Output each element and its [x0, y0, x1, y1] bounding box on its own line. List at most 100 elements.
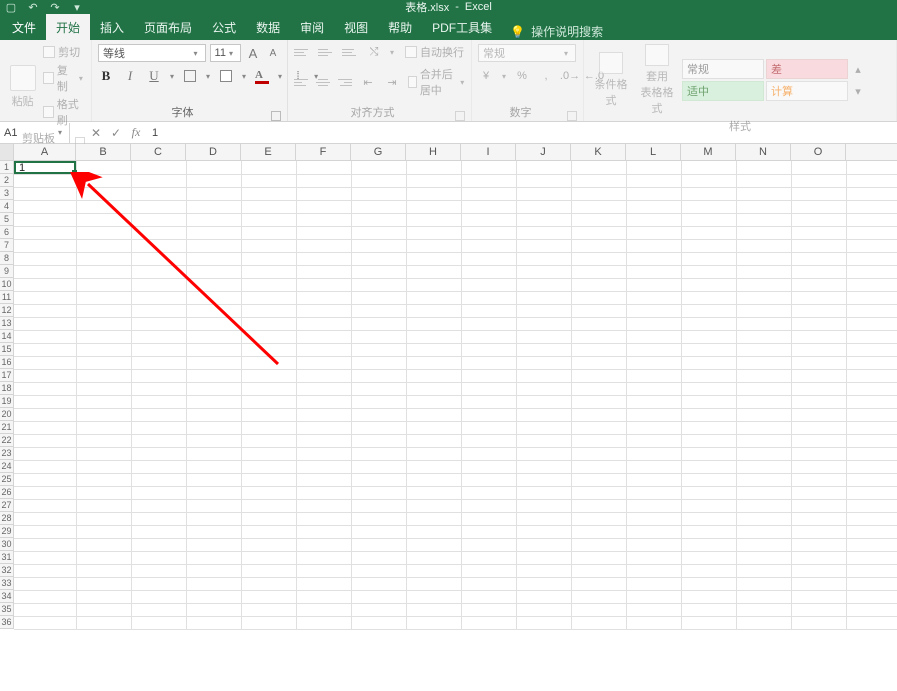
col-header-D[interactable]: D	[186, 144, 241, 160]
row-header-11[interactable]: 11	[0, 291, 14, 304]
row-header-24[interactable]: 24	[0, 460, 14, 473]
col-header-H[interactable]: H	[406, 144, 461, 160]
align-bottom-button[interactable]	[342, 45, 358, 59]
row-header-20[interactable]: 20	[0, 408, 14, 421]
styles-more[interactable]: ▾	[850, 83, 866, 99]
tab-review[interactable]: 审阅	[290, 14, 334, 40]
increase-decimal-button[interactable]: .0→	[562, 68, 578, 84]
row-header-7[interactable]: 7	[0, 239, 14, 252]
row-header-21[interactable]: 21	[0, 421, 14, 434]
save-icon[interactable]: ▢	[4, 0, 18, 14]
row-header-2[interactable]: 2	[0, 174, 14, 187]
row-headers[interactable]: 1234567891011121314151617181920212223242…	[0, 161, 14, 629]
tab-file[interactable]: 文件	[2, 14, 46, 40]
redo-icon[interactable]: ↷	[48, 0, 62, 14]
percent-button[interactable]: %	[514, 68, 530, 84]
spreadsheet-grid[interactable]: ABCDEFGHIJKLMNO 123456789101112131415161…	[0, 144, 897, 629]
align-center-button[interactable]	[316, 75, 330, 89]
paste-button[interactable]: 粘贴	[6, 63, 39, 109]
col-header-N[interactable]: N	[736, 144, 791, 160]
styles-scroll-up[interactable]: ▴	[850, 61, 866, 77]
number-launcher[interactable]	[567, 111, 577, 121]
row-header-22[interactable]: 22	[0, 434, 14, 447]
col-header-A[interactable]: A	[14, 144, 76, 160]
font-name-combo[interactable]: 等线▾	[98, 44, 206, 62]
style-normal[interactable]: 常规	[682, 59, 764, 79]
copy-button[interactable]: 复制▾	[43, 62, 85, 94]
align-launcher[interactable]	[455, 111, 465, 121]
row-header-8[interactable]: 8	[0, 252, 14, 265]
decrease-font-button[interactable]: A	[265, 45, 281, 61]
qat-more-icon[interactable]: ▾	[70, 0, 84, 14]
tab-view[interactable]: 视图	[334, 14, 378, 40]
cut-button[interactable]: 剪切	[43, 44, 85, 60]
row-header-19[interactable]: 19	[0, 395, 14, 408]
row-header-34[interactable]: 34	[0, 590, 14, 603]
align-right-button[interactable]	[338, 75, 352, 89]
row-header-28[interactable]: 28	[0, 512, 14, 525]
tab-layout[interactable]: 页面布局	[134, 14, 202, 40]
underline-button[interactable]: U	[146, 68, 162, 84]
italic-button[interactable]: I	[122, 68, 138, 84]
style-calc[interactable]: 计算	[766, 81, 848, 101]
tab-help[interactable]: 帮助	[378, 14, 422, 40]
row-header-35[interactable]: 35	[0, 603, 14, 616]
row-header-3[interactable]: 3	[0, 187, 14, 200]
col-header-E[interactable]: E	[241, 144, 296, 160]
tab-insert[interactable]: 插入	[90, 14, 134, 40]
cancel-button[interactable]: ✕	[86, 126, 106, 140]
cell-area[interactable]: 1 +	[14, 161, 897, 629]
col-header-K[interactable]: K	[571, 144, 626, 160]
currency-button[interactable]: ¥	[478, 68, 494, 84]
row-header-13[interactable]: 13	[0, 317, 14, 330]
conditional-format-button[interactable]: 条件格式	[590, 52, 632, 108]
row-header-29[interactable]: 29	[0, 525, 14, 538]
font-launcher[interactable]	[271, 111, 281, 121]
row-header-32[interactable]: 32	[0, 564, 14, 577]
row-header-18[interactable]: 18	[0, 382, 14, 395]
comma-button[interactable]: ,	[538, 68, 554, 84]
tab-home[interactable]: 开始	[46, 14, 90, 40]
number-format-combo[interactable]: 常规▾	[478, 44, 576, 62]
col-header-I[interactable]: I	[461, 144, 516, 160]
indent-left-button[interactable]: ⇤	[360, 74, 376, 90]
font-size-combo[interactable]: 11▾	[210, 44, 241, 62]
row-header-5[interactable]: 5	[0, 213, 14, 226]
wrap-text-button[interactable]: 自动换行	[405, 44, 464, 60]
col-header-L[interactable]: L	[626, 144, 681, 160]
row-header-23[interactable]: 23	[0, 447, 14, 460]
increase-font-button[interactable]: A	[245, 45, 261, 61]
col-header-J[interactable]: J	[516, 144, 571, 160]
align-left-button[interactable]	[294, 75, 308, 89]
row-header-30[interactable]: 30	[0, 538, 14, 551]
row-header-27[interactable]: 27	[0, 499, 14, 512]
row-header-1[interactable]: 1	[0, 161, 14, 174]
tab-pdf[interactable]: PDF工具集	[422, 14, 502, 40]
row-header-4[interactable]: 4	[0, 200, 14, 213]
row-header-10[interactable]: 10	[0, 278, 14, 291]
tab-formulas[interactable]: 公式	[202, 14, 246, 40]
merge-center-button[interactable]: 合并后居中▾	[408, 66, 465, 98]
style-bad[interactable]: 差	[766, 59, 848, 79]
bold-button[interactable]: B	[98, 68, 114, 84]
align-top-button[interactable]	[294, 45, 310, 59]
indent-right-button[interactable]: ⇥	[384, 74, 400, 90]
row-header-16[interactable]: 16	[0, 356, 14, 369]
format-as-table-button[interactable]: 套用表格格式	[636, 44, 678, 116]
col-header-C[interactable]: C	[131, 144, 186, 160]
row-header-26[interactable]: 26	[0, 486, 14, 499]
row-header-36[interactable]: 36	[0, 616, 14, 629]
tab-data[interactable]: 数据	[246, 14, 290, 40]
col-header-M[interactable]: M	[681, 144, 736, 160]
row-header-12[interactable]: 12	[0, 304, 14, 317]
select-all-corner[interactable]	[0, 144, 14, 160]
row-header-9[interactable]: 9	[0, 265, 14, 278]
row-header-6[interactable]: 6	[0, 226, 14, 239]
col-header-O[interactable]: O	[791, 144, 846, 160]
column-headers[interactable]: ABCDEFGHIJKLMNO	[0, 144, 897, 161]
row-header-31[interactable]: 31	[0, 551, 14, 564]
col-header-F[interactable]: F	[296, 144, 351, 160]
orientation-button[interactable]: ⤭	[366, 44, 382, 60]
row-header-33[interactable]: 33	[0, 577, 14, 590]
borders-button[interactable]	[182, 68, 198, 84]
